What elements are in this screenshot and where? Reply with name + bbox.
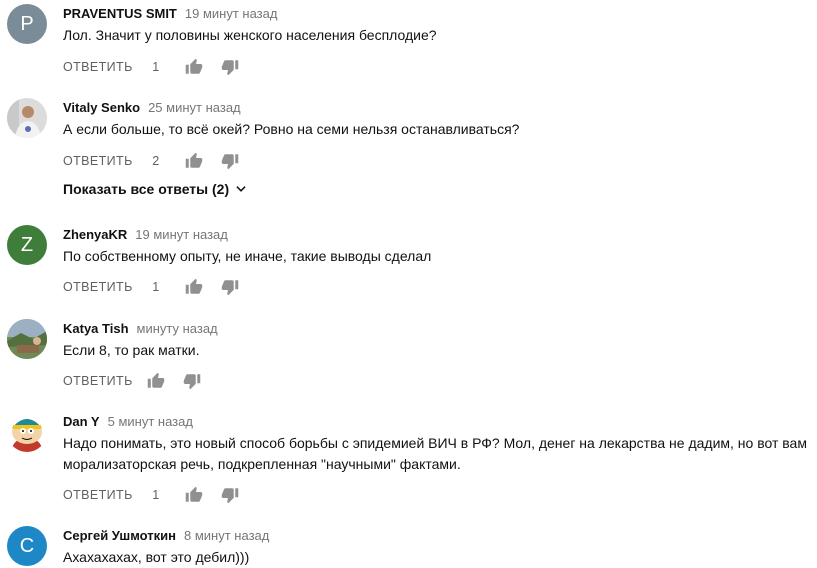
show-replies-label: Показать все ответы (2) xyxy=(63,181,230,197)
show-replies-button[interactable]: Показать все ответы (2) xyxy=(63,181,248,197)
comment-actions: ОТВЕТИТЬ xyxy=(63,371,201,391)
comment-header: ZhenyaKR 19 минут назад xyxy=(63,227,228,242)
reply-button[interactable]: ОТВЕТИТЬ xyxy=(63,374,133,388)
cartoon-character-icon xyxy=(7,412,47,452)
comment-header: Сергей Ушмоткин 8 минут назад xyxy=(63,528,269,543)
like-icon[interactable] xyxy=(185,486,203,504)
comment-time[interactable]: 25 минут назад xyxy=(148,100,241,115)
dislike-icon[interactable] xyxy=(183,372,201,390)
comment-text: Надо понимать, это новый способ борьбы с… xyxy=(63,435,807,472)
comment-actions: ОТВЕТИТЬ 1 xyxy=(63,57,239,77)
avatar-letter: Z xyxy=(20,233,34,256)
like-count: 1 xyxy=(152,60,160,74)
author-name[interactable]: Dan Y xyxy=(63,414,100,429)
comment-header: PRAVENTUS SMIT 19 минут назад xyxy=(63,6,277,21)
comment-text: Ахахахахах, вот это дебил))) xyxy=(63,549,250,565)
dislike-icon[interactable] xyxy=(221,486,239,504)
author-name[interactable]: ZhenyaKR xyxy=(63,227,127,242)
chevron-down-icon xyxy=(234,182,248,196)
comment-time[interactable]: 19 минут назад xyxy=(135,227,228,242)
like-icon[interactable] xyxy=(147,372,165,390)
reply-button[interactable]: ОТВЕТИТЬ xyxy=(63,488,133,502)
comment-time[interactable]: 8 минут назад xyxy=(184,528,269,543)
reply-button[interactable]: ОТВЕТИТЬ xyxy=(63,280,133,294)
reply-button[interactable]: ОТВЕТИТЬ xyxy=(63,154,133,168)
dislike-icon[interactable] xyxy=(221,58,239,76)
comment-actions: ОТВЕТИТЬ 1 xyxy=(63,485,239,505)
author-name[interactable]: Katya Tish xyxy=(63,321,129,336)
avatar-letter: P xyxy=(20,12,34,35)
author-name[interactable]: Сергей Ушмоткин xyxy=(63,528,176,543)
like-icon[interactable] xyxy=(185,278,203,296)
comment-header: Katya Tish минуту назад xyxy=(63,321,218,336)
avatar[interactable] xyxy=(7,319,47,359)
comment-time[interactable]: 5 минут назад xyxy=(108,414,193,429)
comment-text: По собственному опыту, не иначе, такие в… xyxy=(63,248,432,264)
like-count: 2 xyxy=(152,154,160,168)
author-name[interactable]: PRAVENTUS SMIT xyxy=(63,6,177,21)
user-photo-icon xyxy=(7,98,47,138)
avatar[interactable] xyxy=(7,98,47,138)
comment-actions: ОТВЕТИТЬ 1 xyxy=(63,277,239,297)
like-count: 1 xyxy=(152,280,160,294)
avatar-letter: С xyxy=(19,534,35,557)
comment-header: Vitaly Senko 25 минут назад xyxy=(63,100,241,115)
like-icon[interactable] xyxy=(185,152,203,170)
dislike-icon[interactable] xyxy=(221,278,239,296)
comment-time[interactable]: 19 минут назад xyxy=(185,6,278,21)
comment-header: Dan Y 5 минут назад xyxy=(63,414,193,429)
avatar[interactable]: Z xyxy=(7,225,47,265)
comment-text: А если больше, то всё окей? Ровно на сем… xyxy=(63,121,520,137)
reply-button[interactable]: ОТВЕТИТЬ xyxy=(63,60,133,74)
landscape-photo-icon xyxy=(7,319,47,359)
like-icon[interactable] xyxy=(185,58,203,76)
dislike-icon[interactable] xyxy=(221,152,239,170)
avatar[interactable] xyxy=(7,412,47,452)
comment-time[interactable]: минуту назад xyxy=(137,321,218,336)
author-name[interactable]: Vitaly Senko xyxy=(63,100,140,115)
avatar[interactable]: P xyxy=(7,4,47,44)
comment-text: Лол. Значит у половины женского населени… xyxy=(63,27,437,43)
avatar[interactable]: С xyxy=(7,526,47,566)
comment-text: Если 8, то рак матки. xyxy=(63,342,200,358)
comment-actions: ОТВЕТИТЬ 2 xyxy=(63,151,239,171)
like-count: 1 xyxy=(152,488,160,502)
